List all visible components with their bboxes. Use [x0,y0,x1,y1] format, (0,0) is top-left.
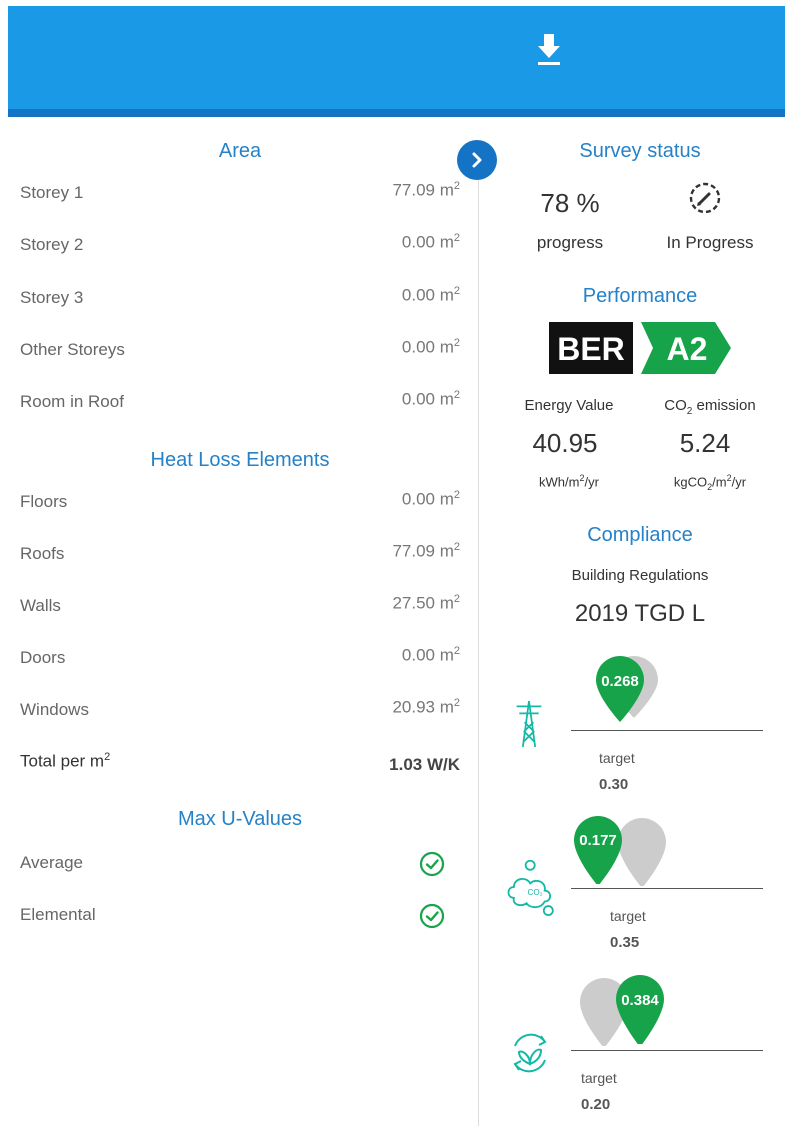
renewable-leaf-icon [513,1033,547,1073]
progress-label: progress [536,233,604,252]
heat-loss-row-label: Walls [20,596,61,615]
area-row-label: Other Storeys [20,340,125,359]
svg-text:CO₂: CO₂ [527,888,542,897]
co2-cloud-icon: CO₂ [507,859,554,916]
ber-rating: A2 [667,331,708,367]
target-label: target [581,1070,617,1086]
check-circle-icon [419,851,445,877]
heat-loss-row-label: Roofs [20,544,65,563]
area-row-value: 0.00 m2 [401,232,460,252]
heat-loss-row-value: 77.09 m2 [392,541,460,561]
top-toolbar [8,6,785,117]
expand-panel-button[interactable] [457,140,497,180]
ber-prefix: BER [557,331,625,367]
heat-loss-row-value: 27.50 m2 [392,593,460,613]
target-value: 0.35 [610,934,640,951]
compliance-standard: 2019 TGD L [574,600,706,627]
total-label: Total per m2 [20,751,111,771]
column-divider [478,160,479,1126]
heat-loss-title: Heat Loss Elements [150,449,330,471]
area-row-label: Room in Roof [20,392,124,411]
area-row-value: 77.09 m2 [392,180,460,200]
value-marker: 0.177 [574,816,622,884]
area-row-value: 0.00 m2 [401,337,460,357]
compliance-scale-line [571,888,763,889]
value-marker: 0.384 [616,975,664,1044]
svg-text:0.384: 0.384 [621,992,659,1009]
co2-label: CO2 emission [664,397,756,417]
ber-rating-badge: BER A2 [549,322,731,374]
power-tower-icon [516,700,542,748]
target-value: 0.20 [581,1096,611,1113]
survey-status-title: Survey status [579,140,701,162]
energy-label: Energy Value [524,397,614,414]
co2-value: 5.24 [679,428,731,458]
check-circle-icon [419,903,445,929]
target-value: 0.30 [599,776,629,793]
svg-text:0.268: 0.268 [601,673,639,690]
heat-loss-row-value: 20.93 m2 [392,697,460,717]
heat-loss-row-label: Windows [20,700,89,719]
svg-text:0.177: 0.177 [579,832,617,849]
max-u-row-label: Average [20,853,84,872]
target-label: target [599,750,635,766]
area-row-label: Storey 2 [20,235,84,254]
performance-title: Performance [582,285,698,307]
heat-loss-row-label: Doors [20,648,66,667]
compliance-subtitle: Building Regulations [571,567,709,584]
heat-loss-row-value: 0.00 m2 [401,645,460,665]
compliance-title: Compliance [587,524,693,546]
heat-loss-row-label: Floors [20,492,68,511]
progress-value: 78 % [540,188,600,218]
download-icon[interactable] [530,30,568,70]
area-row-value: 0.00 m2 [401,389,460,409]
value-marker: 0.268 [596,656,644,722]
chevron-right-icon [472,152,482,168]
total-value: 1.03 W/K [389,755,460,774]
co2-unit: kgCO2/m2/yr [673,473,747,492]
status-label: In Progress [666,233,754,252]
compliance-scale-line [571,1050,763,1051]
energy-value: 40.95 [532,428,598,458]
area-row-label: Storey 1 [20,183,84,202]
compliance-scale-line [571,730,763,731]
area-row-value: 0.00 m2 [401,285,460,305]
max-u-row-label: Elemental [20,905,96,924]
area-title: Area [218,140,262,162]
heat-loss-row-value: 0.00 m2 [401,489,460,509]
edit-progress-icon [689,182,721,214]
target-label: target [610,908,646,924]
energy-unit: kWh/m2/yr [539,473,599,490]
area-row-label: Storey 3 [20,288,84,307]
max-u-title: Max U-Values [177,808,303,830]
